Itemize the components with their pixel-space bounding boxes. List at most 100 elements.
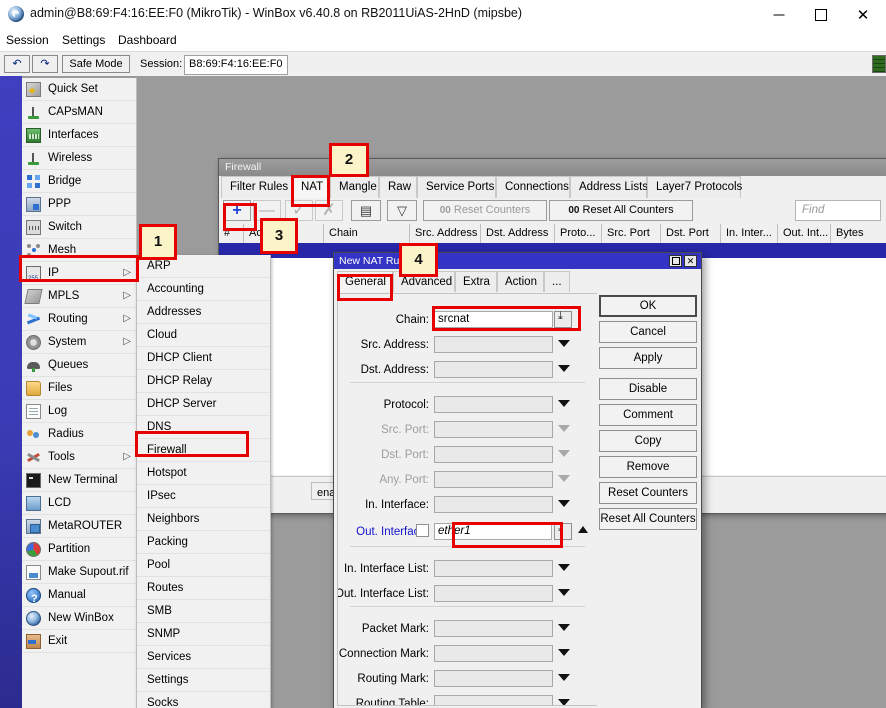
comment-button[interactable]: ▤ (351, 200, 381, 221)
ip-submenu-item-ipsec[interactable]: IPsec (137, 485, 270, 508)
chevron-down-icon[interactable] (558, 649, 570, 656)
add-rule-button[interactable]: + (223, 200, 251, 221)
menubar-item-settings[interactable]: Settings (62, 33, 105, 47)
ip-submenu-item-dhcp-relay[interactable]: DHCP Relay (137, 370, 270, 393)
menubar-item-session[interactable]: Session (6, 33, 49, 47)
main-menu-item-make-supout-rif[interactable]: Make Supout.rif (22, 561, 136, 584)
chevron-down-icon[interactable] (558, 699, 570, 706)
firewall-tab-address-lists[interactable]: Address Lists (570, 176, 647, 198)
ip-submenu-item-snmp[interactable]: SNMP (137, 623, 270, 646)
ip-submenu-item-socks[interactable]: Socks (137, 692, 270, 708)
firewall-tab-service-ports[interactable]: Service Ports (417, 176, 496, 198)
main-menu-item-queues[interactable]: Queues (22, 354, 136, 377)
table-column-header[interactable]: Bytes (831, 224, 886, 243)
nat-tab-action[interactable]: Action (497, 271, 544, 292)
field-input-dst-port[interactable] (434, 446, 553, 463)
main-menu-item-ppp[interactable]: PPP (22, 193, 136, 216)
chevron-down-icon[interactable] (558, 500, 570, 507)
table-column-header[interactable]: Src. Address (410, 224, 481, 243)
table-column-header[interactable]: Dst. Address (481, 224, 555, 243)
main-menu-item-files[interactable]: Files (22, 377, 136, 400)
ip-submenu-item-firewall[interactable]: Firewall (137, 439, 270, 462)
table-column-header[interactable]: Chain (324, 224, 410, 243)
nat-maximize-button[interactable] (669, 255, 682, 267)
disable-rule-button[interactable]: ✗ (315, 200, 343, 221)
firewall-tab-filter-rules[interactable]: Filter Rules (221, 176, 292, 198)
nat-tab-general[interactable]: General (337, 271, 393, 292)
main-menu-item-wireless[interactable]: Wireless (22, 147, 136, 170)
main-menu-item-tools[interactable]: Tools▷ (22, 446, 136, 469)
field-input-in-interface[interactable] (434, 496, 553, 513)
main-menu-item-manual[interactable]: Manual (22, 584, 136, 607)
field-input-routing-mark[interactable] (434, 670, 553, 687)
main-menu-item-capsman[interactable]: CAPsMAN (22, 101, 136, 124)
chevron-up-icon[interactable] (578, 526, 588, 533)
chevron-down-icon[interactable] (558, 475, 570, 482)
chevron-down-icon[interactable] (558, 400, 570, 407)
nat-button-ok[interactable]: OK (599, 295, 697, 317)
ip-submenu-item-dhcp-server[interactable]: DHCP Server (137, 393, 270, 416)
field-input-connection-mark[interactable] (434, 645, 553, 662)
ip-submenu-item-hotspot[interactable]: Hotspot (137, 462, 270, 485)
safe-mode-button[interactable]: Safe Mode (62, 55, 130, 73)
main-menu-item-new-terminal[interactable]: New Terminal (22, 469, 136, 492)
field-dropdown-button-out-interface[interactable] (554, 523, 572, 540)
nat-close-button[interactable]: ✕ (684, 255, 697, 267)
ip-submenu-item-addresses[interactable]: Addresses (137, 301, 270, 324)
nat-tab-extra[interactable]: Extra (455, 271, 497, 292)
field-input-out-interface[interactable]: ether1 (434, 523, 552, 540)
field-input-out-interface-list[interactable] (434, 585, 553, 602)
main-menu-item-interfaces[interactable]: Interfaces (22, 124, 136, 147)
close-button[interactable]: ✕ (842, 0, 884, 30)
nat-button-reset-counters[interactable]: Reset Counters (599, 482, 697, 504)
table-column-header[interactable]: Out. Int... (778, 224, 831, 243)
field-input-src-address[interactable] (434, 336, 553, 353)
main-menu-item-quick-set[interactable]: Quick Set (22, 78, 136, 101)
table-column-header[interactable]: Proto... (555, 224, 602, 243)
main-menu-item-mesh[interactable]: Mesh (22, 239, 136, 262)
field-input-chain[interactable]: srcnat (434, 311, 553, 328)
table-column-header[interactable]: Src. Port (602, 224, 661, 243)
main-menu-item-bridge[interactable]: Bridge (22, 170, 136, 193)
main-menu-item-log[interactable]: Log (22, 400, 136, 423)
nat-button-apply[interactable]: Apply (599, 347, 697, 369)
main-menu-item-switch[interactable]: Switch (22, 216, 136, 239)
firewall-tab-connections[interactable]: Connections (496, 176, 570, 198)
table-column-header[interactable]: # (219, 224, 244, 243)
minimize-button[interactable] (758, 0, 800, 30)
firewall-tab-raw[interactable]: Raw (379, 176, 417, 198)
main-menu-item-exit[interactable]: Exit (22, 630, 136, 653)
field-dropdown-button-chain[interactable] (554, 311, 572, 328)
field-input-in-interface-list[interactable] (434, 560, 553, 577)
nat-button-cancel[interactable]: Cancel (599, 321, 697, 343)
nat-button-reset-all-counters[interactable]: Reset All Counters (599, 508, 697, 530)
ip-submenu-item-settings[interactable]: Settings (137, 669, 270, 692)
reset-all-counters-button[interactable]: 00 Reset All Counters (549, 200, 693, 221)
menubar-item-dashboard[interactable]: Dashboard (118, 33, 177, 47)
table-column-header[interactable]: In. Inter... (721, 224, 778, 243)
firewall-tab-mangle[interactable]: Mangle (330, 176, 379, 198)
field-input-any-port[interactable] (434, 471, 553, 488)
main-menu-item-lcd[interactable]: LCD (22, 492, 136, 515)
field-input-packet-mark[interactable] (434, 620, 553, 637)
main-menu-item-routing[interactable]: Routing▷ (22, 308, 136, 331)
field-input-protocol[interactable] (434, 396, 553, 413)
table-column-header[interactable]: Dst. Port (661, 224, 721, 243)
redo-button[interactable]: ↷ (32, 55, 58, 73)
ip-submenu-item-cloud[interactable]: Cloud (137, 324, 270, 347)
chevron-down-icon[interactable] (558, 624, 570, 631)
ip-submenu-item-routes[interactable]: Routes (137, 577, 270, 600)
ip-submenu-item-neighbors[interactable]: Neighbors (137, 508, 270, 531)
main-menu-item-partition[interactable]: Partition (22, 538, 136, 561)
firewall-tab-layer7-protocols[interactable]: Layer7 Protocols (647, 176, 741, 198)
nat-tab-...[interactable]: ... (544, 271, 570, 292)
find-input[interactable]: Find (795, 200, 881, 221)
chevron-down-icon[interactable] (558, 425, 570, 432)
ip-submenu-item-services[interactable]: Services (137, 646, 270, 669)
main-menu-item-mpls[interactable]: MPLS▷ (22, 285, 136, 308)
ip-submenu-item-dns[interactable]: DNS (137, 416, 270, 439)
field-checkbox-out-interface[interactable] (416, 524, 429, 537)
nat-button-remove[interactable]: Remove (599, 456, 697, 478)
chevron-down-icon[interactable] (558, 450, 570, 457)
main-menu-item-radius[interactable]: Radius (22, 423, 136, 446)
